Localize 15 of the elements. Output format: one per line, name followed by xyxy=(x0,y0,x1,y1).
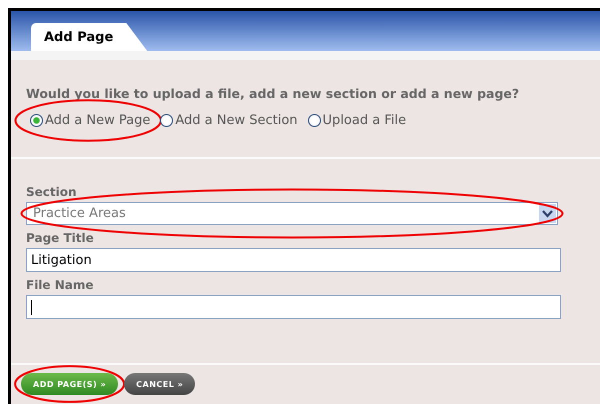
add-button[interactable]: ADD PAGE(S) » xyxy=(21,373,118,395)
field-label: Section xyxy=(26,185,78,199)
radio-label: Upload a File xyxy=(322,113,406,128)
radio-button[interactable] xyxy=(30,114,43,127)
input-field[interactable]: Litigation xyxy=(26,248,561,272)
section-select[interactable]: Practice Areas xyxy=(26,202,558,225)
question-text: Would you like to upload a file, add a new section or add a new page? xyxy=(26,86,520,101)
radio-option[interactable]: Upload a File xyxy=(308,113,406,128)
field-label: Page Title xyxy=(26,231,95,245)
radio-button[interactable] xyxy=(308,114,321,127)
input-field[interactable] xyxy=(26,295,561,319)
radio-button[interactable] xyxy=(160,114,174,127)
field-label: File Name xyxy=(26,278,95,292)
cancel-button[interactable]: CANCEL » xyxy=(124,373,196,395)
tab[interactable]: Add Page xyxy=(31,23,148,51)
